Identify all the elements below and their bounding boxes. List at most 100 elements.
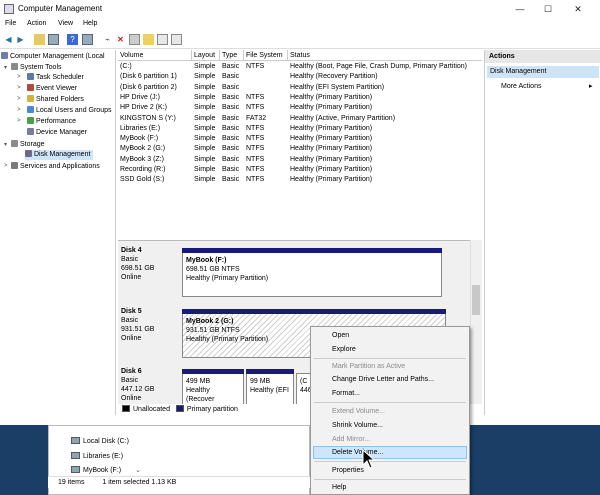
menu-action[interactable]: Action (27, 20, 46, 27)
type-cell: Basic (222, 104, 240, 112)
tools-icon (11, 63, 18, 70)
explorer-item-libraries[interactable]: Libraries (E:) (71, 452, 123, 462)
tree-item-performance[interactable]: Performance (27, 117, 76, 127)
partition-size: 99 MB (250, 378, 271, 385)
disk-view-scrollbar[interactable] (470, 240, 482, 415)
tree-item-system-tools[interactable]: System Tools (11, 63, 62, 73)
computer-icon (1, 52, 8, 59)
help-icon[interactable]: ? (67, 34, 78, 45)
tree-item-label: Storage (20, 141, 45, 148)
maximize-button[interactable]: ☐ (536, 2, 560, 16)
status-selection: 1 item selected 1.13 KB (102, 479, 177, 486)
properties-icon[interactable] (157, 34, 168, 45)
menu-item-format[interactable]: Format... (332, 388, 360, 399)
expand-chevron-icon[interactable]: ⌄ (135, 467, 141, 474)
up-folder-icon[interactable] (34, 34, 45, 45)
expander-icon[interactable]: > (17, 96, 23, 102)
expander-icon[interactable]: > (17, 74, 23, 80)
legend-unallocated: Unallocated (133, 406, 170, 413)
status-cell: Healthy (Primary Partition) (290, 135, 373, 143)
tree-item-local-users[interactable]: Local Users and Groups (27, 106, 111, 116)
partition-status: Healthy (Primary Partition) (186, 275, 269, 282)
expander-icon[interactable]: > (17, 85, 23, 91)
disk-5-label[interactable]: Disk 5 Basic 931.51 GB Online (121, 307, 179, 343)
column-header-status[interactable]: Status (288, 50, 482, 61)
tree-item-task-scheduler[interactable]: Task Scheduler (27, 73, 84, 83)
partition-recovery[interactable]: 499 MB Healthy (Recover (182, 369, 244, 405)
tree-item-event-viewer[interactable]: Event Viewer (27, 84, 77, 94)
back-arrow-icon[interactable]: ◀ (3, 34, 14, 45)
partition-name: MyBook 2 (G:) (186, 318, 234, 325)
delete-x-icon[interactable]: ✕ (115, 34, 126, 45)
menu-item-shrink-volume[interactable]: Shrink Volume... (332, 420, 383, 431)
more-actions-link[interactable]: More Actions (501, 81, 541, 93)
menu-item-open[interactable]: Open (332, 330, 349, 341)
expander-icon[interactable]: > (17, 118, 23, 124)
tree-item-disk-management[interactable]: Disk Management (25, 150, 94, 160)
partition-bar (182, 248, 442, 253)
tree-item-label: Device Manager (36, 129, 87, 136)
forward-arrow-icon[interactable]: ▶ (15, 34, 26, 45)
volume-cell: (C:) (120, 63, 132, 70)
tree-item-label: Disk Management (34, 151, 91, 158)
tree-item-services-and-applications[interactable]: Services and Applications (11, 162, 100, 172)
expander-icon[interactable]: ▾ (4, 141, 10, 148)
menu-item-help[interactable]: Help (332, 482, 346, 493)
menu-item-properties[interactable]: Properties (332, 465, 364, 476)
disk-size: 931.51 GB (121, 326, 155, 333)
disk-6-label[interactable]: Disk 6 Basic 447.12 GB Online (121, 367, 179, 403)
partition-size: 931.51 GB NTFS (186, 327, 240, 334)
menu-item-change-drive-letter[interactable]: Change Drive Letter and Paths... (332, 374, 434, 385)
partition-efi[interactable]: 99 MB Healthy (EFI (246, 369, 294, 405)
volume-cell: HP Drive (J:) (120, 93, 160, 101)
disk-name: Disk 5 (121, 308, 142, 315)
actions-disk-management[interactable]: Disk Management (487, 66, 599, 78)
partition-mybook-f[interactable]: MyBook (F:) 698.51 GB NTFS Healthy (Prim… (182, 248, 442, 297)
view-icon[interactable] (171, 34, 182, 45)
minimize-button[interactable]: — (508, 2, 532, 16)
column-header-type[interactable]: Type (220, 50, 244, 61)
expander-icon[interactable]: > (4, 163, 10, 169)
status-cell: Healthy (EFI System Partition) (290, 83, 385, 91)
explorer-item-local-disk[interactable]: Local Disk (C:) (71, 437, 129, 447)
menu-file[interactable]: File (5, 20, 16, 27)
tree-item-device-manager[interactable]: Device Manager (27, 128, 87, 138)
disk-state: Online (121, 395, 142, 402)
type-cell: Basic (222, 73, 240, 81)
tree-item-computer-management[interactable]: Computer Management (Local (1, 52, 105, 62)
type-cell: Basic (222, 83, 240, 91)
partition-size: 698.51 GB NTFS (186, 266, 240, 273)
expander-icon[interactable]: ▾ (4, 64, 10, 71)
menu-item-extend-volume[interactable]: Extend Volume... (332, 406, 385, 417)
tree-item-shared-folders[interactable]: Shared Folders (27, 95, 84, 105)
partition-status: Healthy (Recover (186, 387, 215, 403)
column-header-layout[interactable]: Layout (192, 50, 220, 61)
type-cell: Basic (222, 176, 240, 184)
status-cell: Healthy (Primary Partition) (290, 155, 373, 163)
disk-4-label[interactable]: Disk 4 Basic 698.51 GB Online (121, 246, 179, 282)
menu-item-add-mirror[interactable]: Add Mirror... (332, 434, 370, 445)
column-header-file-system[interactable]: File System (244, 50, 288, 61)
disk-state: Online (121, 274, 142, 281)
menu-item-mark-active[interactable]: Mark Partition as Active (332, 361, 405, 372)
layout-cell: Simple (194, 83, 216, 91)
connect-icon[interactable]: ⌁ (102, 34, 113, 45)
expander-icon[interactable]: > (17, 107, 23, 113)
tree-item-storage[interactable]: Storage (11, 140, 45, 150)
explorer-item-mybook[interactable]: MyBook (F:) ⌄ (71, 466, 141, 476)
close-button[interactable]: ✕ (566, 2, 590, 16)
type-cell: Basic (222, 93, 240, 101)
menu-item-explore[interactable]: Explore (332, 344, 356, 355)
scrollbar-thumb[interactable] (472, 285, 480, 315)
checkbox-icon[interactable] (129, 34, 140, 45)
column-header-volume[interactable]: Volume (118, 50, 192, 61)
explorer-item-label: Libraries (E:) (83, 453, 124, 460)
partition-size: 499 MB (186, 378, 211, 385)
show-hide-tree-icon[interactable] (48, 34, 59, 45)
menu-help[interactable]: Help (83, 20, 97, 27)
type-cell: Basic (222, 155, 240, 163)
new-folder-icon[interactable] (143, 34, 154, 45)
menu-view[interactable]: View (58, 20, 73, 27)
title-bar[interactable]: Computer Management — ☐ ✕ (0, 0, 600, 18)
show-hide-action-pane-icon[interactable] (82, 34, 93, 45)
